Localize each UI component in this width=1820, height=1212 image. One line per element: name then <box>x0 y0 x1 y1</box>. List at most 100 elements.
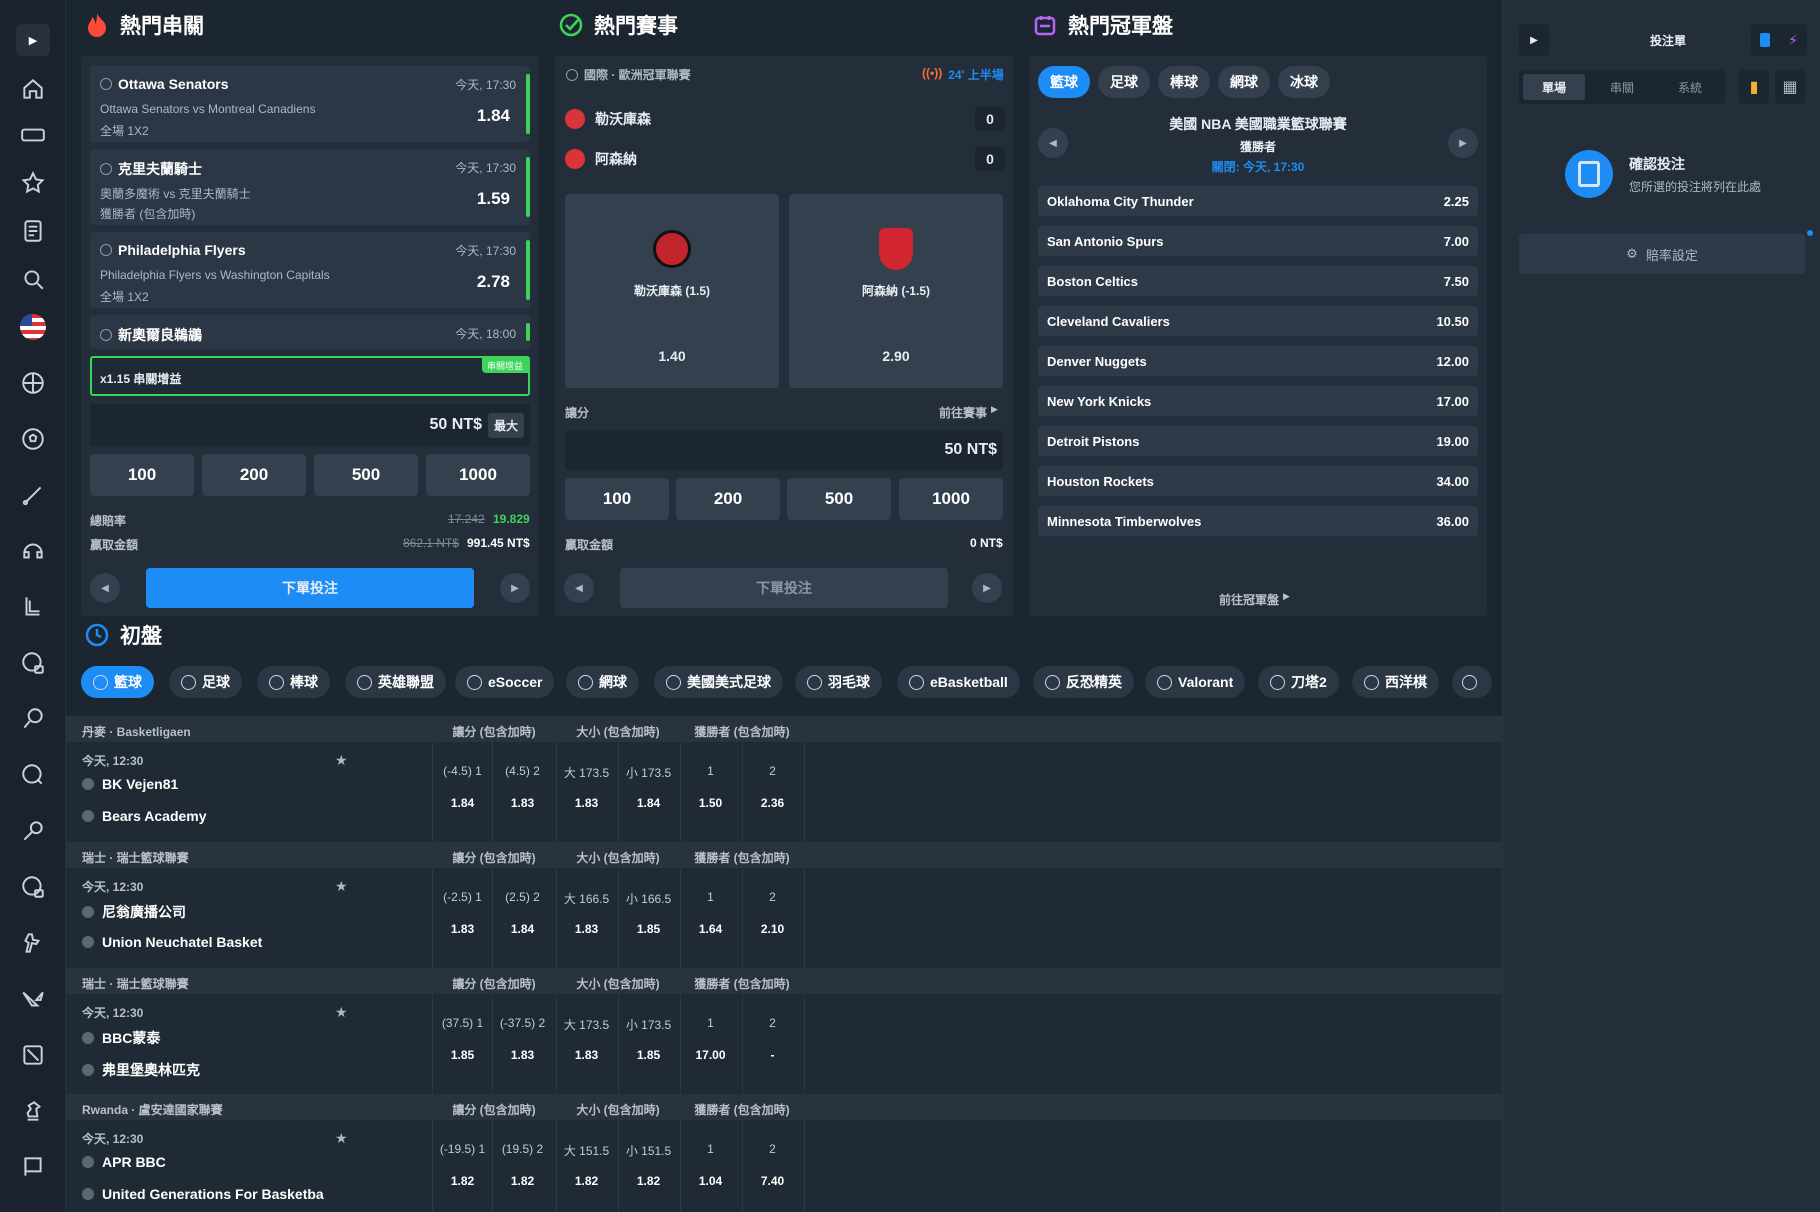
home-team-row[interactable]: 勒沃庫森 0 <box>565 106 1005 132</box>
away-team-row[interactable]: 阿森納 0 <box>565 146 1005 172</box>
stake-chip[interactable]: 1000 <box>899 478 1003 520</box>
sport-tab[interactable]: 刀塔2 <box>1258 666 1339 698</box>
book-icon[interactable]: ▮ <box>1739 70 1769 104</box>
star-icon[interactable] <box>16 166 50 200</box>
odds-cell[interactable]: (2.5) 2 1.84 <box>492 868 552 968</box>
outright-row[interactable]: Oklahoma City Thunder 2.25 <box>1038 186 1478 216</box>
dota2-icon[interactable] <box>16 1038 50 1072</box>
sport-tab[interactable]: 籃球 <box>81 666 154 698</box>
favorite-star-icon[interactable]: ★ <box>335 1130 348 1147</box>
goto-match-link[interactable]: 前往賽事 ▶ <box>939 404 998 421</box>
live-icon[interactable] <box>16 118 50 152</box>
stake-chip[interactable]: 500 <box>787 478 891 520</box>
odds-cell[interactable]: (37.5) 1 1.85 <box>432 994 492 1094</box>
collapse-slip-button[interactable]: ▶ <box>1519 24 1549 56</box>
odds-cell[interactable]: (-2.5) 1 1.83 <box>432 868 492 968</box>
stake-chip[interactable]: 100 <box>90 454 194 496</box>
event-row[interactable]: 今天, 12:30 ★ 尼翁廣播公司 Union Neuchatel Baske… <box>66 868 1502 968</box>
slip-tab-parlay[interactable]: 串關 <box>1591 74 1653 100</box>
odds-cell[interactable]: 2 7.40 <box>742 1120 802 1212</box>
odds-cell[interactable]: 小 173.5 1.85 <box>618 994 678 1094</box>
parlay-submit-button[interactable]: 下單投注 <box>146 568 474 608</box>
outright-row[interactable]: New York Knicks 17.00 <box>1038 386 1478 416</box>
next-arrow-button[interactable]: ▶ <box>500 573 530 603</box>
champion-tab-hockey[interactable]: 冰球 <box>1278 66 1330 98</box>
racing-flag-icon[interactable] <box>16 1150 50 1184</box>
champion-tab-tennis[interactable]: 網球 <box>1218 66 1270 98</box>
prev-league-button[interactable]: ◀ <box>1038 128 1068 158</box>
event-row[interactable]: 今天, 12:30 ★ BK Vejen81 Bears Academy (-4… <box>66 742 1502 842</box>
search-icon[interactable] <box>16 262 50 296</box>
goto-champion-link[interactable]: 前往冠軍盤 ▶ <box>1219 591 1290 608</box>
parlay-leg[interactable]: Philadelphia Flyers 今天, 17:30 Philadelph… <box>90 232 530 308</box>
odds-cell[interactable]: 1 1.04 <box>680 1120 740 1212</box>
badminton-icon[interactable] <box>16 814 50 848</box>
sport-tab[interactable]: 棒球 <box>257 666 330 698</box>
sport-tab[interactable]: 英雄聯盟 <box>345 666 446 698</box>
sport-tab[interactable]: Valorant <box>1145 666 1246 698</box>
sport-tab[interactable]: 西洋棋 <box>1352 666 1439 698</box>
basketball-icon[interactable] <box>16 366 50 400</box>
max-stake-button[interactable]: 最大 <box>487 413 524 438</box>
soccer-icon[interactable] <box>16 422 50 456</box>
outright-row[interactable]: Detroit Pistons 19.00 <box>1038 426 1478 456</box>
slip-tab-single[interactable]: 單場 <box>1523 74 1585 100</box>
parlay-leg[interactable]: 新奧爾良鵜鶘 今天, 18:00 <box>90 315 530 349</box>
prev-arrow-button[interactable]: ◀ <box>90 573 120 603</box>
prev-arrow-button[interactable]: ◀ <box>564 573 594 603</box>
odds-cell[interactable]: (4.5) 2 1.83 <box>492 742 552 842</box>
odds-cell[interactable]: 2 2.36 <box>742 742 802 842</box>
usa-flag-icon[interactable] <box>16 310 50 344</box>
odds-cell[interactable]: 大 151.5 1.82 <box>556 1120 616 1212</box>
odds-cell[interactable]: 2 - <box>742 994 802 1094</box>
odds-cell[interactable]: 大 166.5 1.83 <box>556 868 616 968</box>
handicap-option-home[interactable]: 勒沃庫森 (1.5) 1.40 <box>565 194 779 388</box>
odds-cell[interactable]: 1 1.50 <box>680 742 740 842</box>
sport-tab-more[interactable] <box>1452 666 1492 698</box>
parlay-leg[interactable]: 克里夫蘭騎士 今天, 17:30 奧蘭多魔術 vs 克里夫蘭騎士 獲勝者 (包含… <box>90 149 530 225</box>
tennis-icon[interactable] <box>16 702 50 736</box>
slip-mode-toggle[interactable]: ⚡ <box>1751 24 1807 56</box>
ebasketball-icon[interactable] <box>16 870 50 904</box>
event-row[interactable]: 今天, 12:30 ★ APR BBC United Generations F… <box>66 1120 1502 1212</box>
favorite-star-icon[interactable]: ★ <box>335 1004 348 1021</box>
outright-row[interactable]: San Antonio Spurs 7.00 <box>1038 226 1478 256</box>
counter-strike-icon[interactable] <box>16 926 50 960</box>
stake-chip[interactable]: 1000 <box>426 454 530 496</box>
favorite-star-icon[interactable]: ★ <box>335 752 348 769</box>
champion-tab-basketball[interactable]: 籃球 <box>1038 66 1090 98</box>
outright-row[interactable]: Cleveland Cavaliers 10.50 <box>1038 306 1478 336</box>
odds-cell[interactable]: 小 151.5 1.82 <box>618 1120 678 1212</box>
odds-cell[interactable]: (-4.5) 1 1.84 <box>432 742 492 842</box>
handicap-option-away[interactable]: 阿森納 (-1.5) 2.90 <box>789 194 1003 388</box>
baseball-bat-icon[interactable] <box>16 478 50 512</box>
grid-icon[interactable]: ▦ <box>1775 70 1805 104</box>
outright-row[interactable]: Denver Nuggets 12.00 <box>1038 346 1478 376</box>
chess-knight-icon[interactable] <box>16 1094 50 1128</box>
parlay-leg[interactable]: Ottawa Senators 今天, 17:30 Ottawa Senator… <box>90 66 530 142</box>
stake-chip[interactable]: 100 <box>565 478 669 520</box>
outright-row[interactable]: Houston Rockets 34.00 <box>1038 466 1478 496</box>
odds-settings-button[interactable]: ⚙ 賠率設定 <box>1519 234 1805 274</box>
odds-cell[interactable]: 大 173.5 1.83 <box>556 994 616 1094</box>
odds-cell[interactable]: 2 2.10 <box>742 868 802 968</box>
sport-tab[interactable]: eBasketball <box>897 666 1020 698</box>
stake-chip[interactable]: 200 <box>676 478 780 520</box>
league-icon[interactable] <box>16 590 50 624</box>
match-submit-button[interactable]: 下單投注 <box>620 568 948 608</box>
odds-cell[interactable]: (-19.5) 1 1.82 <box>432 1120 492 1212</box>
next-arrow-button[interactable]: ▶ <box>972 573 1002 603</box>
esoccer-icon[interactable] <box>16 646 50 680</box>
odds-cell[interactable]: 小 166.5 1.85 <box>618 868 678 968</box>
home-icon[interactable] <box>16 72 50 106</box>
event-row[interactable]: 今天, 12:30 ★ BBC蒙泰 弗里堡奧林匹克 (37.5) 1 1.85 … <box>66 994 1502 1094</box>
stake-chip[interactable]: 200 <box>202 454 306 496</box>
odds-cell[interactable]: 1 17.00 <box>680 994 740 1094</box>
champion-tab-soccer[interactable]: 足球 <box>1098 66 1150 98</box>
odds-cell[interactable]: (-37.5) 2 1.83 <box>492 994 552 1094</box>
sport-tab[interactable]: 反恐精英 <box>1033 666 1134 698</box>
odds-cell[interactable]: 大 173.5 1.83 <box>556 742 616 842</box>
sport-tab[interactable]: 足球 <box>169 666 242 698</box>
valorant-icon[interactable] <box>16 982 50 1016</box>
sport-tab[interactable]: 網球 <box>566 666 639 698</box>
